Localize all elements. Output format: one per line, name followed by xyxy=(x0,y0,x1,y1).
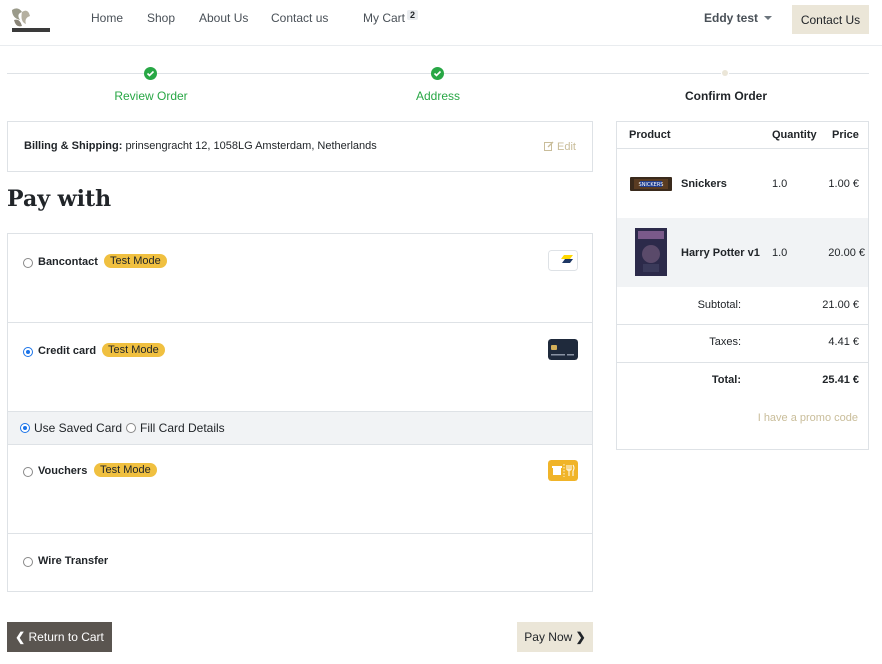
nav-shop-link[interactable]: Shop xyxy=(147,11,175,25)
product-qty: 1.0 xyxy=(772,178,788,190)
total-value: 25.41 € xyxy=(822,374,859,386)
test-mode-badge: Test Mode xyxy=(94,463,157,477)
summary-product-row: SNICKERS Snickers 1.0 1.00 € xyxy=(617,149,868,218)
credit-card-radio[interactable] xyxy=(23,347,33,357)
wire-transfer-label: Wire Transfer xyxy=(38,555,109,567)
step-address[interactable]: Address xyxy=(402,89,474,103)
nav-home-link[interactable]: Home xyxy=(91,11,123,25)
billing-label: Billing & Shipping: xyxy=(24,140,123,152)
billing-address-value: prinsengracht 12, 1058LG Amsterdam, Neth… xyxy=(125,140,377,152)
bancontact-label: Bancontact xyxy=(38,256,98,268)
progress-line xyxy=(729,73,869,74)
test-mode-badge: Test Mode xyxy=(102,343,165,357)
credit-card-icon xyxy=(548,339,578,360)
edit-icon xyxy=(543,141,554,151)
taxes-label: Taxes: xyxy=(709,336,741,348)
wire-transfer-radio[interactable] xyxy=(23,557,33,567)
voucher-icon xyxy=(548,460,578,481)
progress-line xyxy=(7,73,144,74)
payment-option-wire-transfer[interactable]: Wire Transfer xyxy=(8,534,592,591)
payment-option-vouchers[interactable]: Vouchers Test Mode xyxy=(8,445,592,534)
billing-address: Billing & Shipping: prinsengracht 12, 10… xyxy=(24,140,377,152)
pay-with-heading: Pay with xyxy=(7,186,112,212)
product-price: 1.00 € xyxy=(828,178,859,190)
user-menu-dropdown[interactable]: Eddy test xyxy=(704,11,773,25)
chevron-right-icon: ❯ xyxy=(575,630,586,644)
payment-option-bancontact[interactable]: Bancontact Test Mode xyxy=(8,234,592,323)
divider xyxy=(617,324,868,325)
progress-line xyxy=(156,73,431,74)
promo-code-link[interactable]: I have a promo code xyxy=(758,412,858,424)
billing-shipping-box: Billing & Shipping: prinsengracht 12, 10… xyxy=(7,121,593,172)
edit-label: Edit xyxy=(557,141,576,153)
payment-methods-box: Bancontact Test Mode Credit card Test Mo… xyxy=(7,233,593,592)
product-price: 20.00 € xyxy=(828,247,865,259)
contact-us-button[interactable]: Contact Us xyxy=(792,5,869,34)
chevron-down-icon xyxy=(764,16,773,20)
nav-contact-link[interactable]: Contact us xyxy=(271,11,328,25)
step-done-check-icon xyxy=(144,67,157,80)
subtotal-value: 21.00 € xyxy=(822,299,859,311)
nav-cart-link[interactable]: My Cart 2 xyxy=(363,10,419,25)
navbar: Home Shop About Us Contact us My Cart 2 E… xyxy=(0,0,882,46)
step-pending-dot xyxy=(722,70,728,76)
pay-now-label: Pay Now xyxy=(524,630,573,644)
subtotal-label: Subtotal: xyxy=(697,299,741,311)
edit-address-link[interactable]: Edit xyxy=(543,140,576,153)
svg-text:SNICKERS: SNICKERS xyxy=(639,182,664,188)
product-qty: 1.0 xyxy=(772,247,788,259)
summary-product-row: Harry Potter v1 1.0 20.00 € xyxy=(617,218,868,287)
pay-now-button[interactable]: Pay Now ❯ xyxy=(517,622,593,652)
total-label: Total: xyxy=(711,374,741,386)
bancontact-icon xyxy=(548,250,578,271)
col-product: Product xyxy=(629,129,671,141)
fill-card-details-radio[interactable] xyxy=(126,423,136,433)
return-to-cart-label: Return to Cart xyxy=(28,630,104,644)
step-confirm-order: Confirm Order xyxy=(684,89,767,103)
step-review-order[interactable]: Review Order xyxy=(110,89,192,103)
product-name: Snickers xyxy=(681,178,727,190)
credit-card-label: Credit card xyxy=(38,345,97,357)
vouchers-radio[interactable] xyxy=(23,467,33,477)
col-quantity: Quantity xyxy=(772,129,817,141)
divider xyxy=(617,362,868,363)
site-logo[interactable] xyxy=(8,6,54,36)
use-saved-card-label[interactable]: Use Saved Card xyxy=(34,421,122,435)
test-mode-badge: Test Mode xyxy=(104,254,167,268)
taxes-value: 4.41 € xyxy=(828,336,859,348)
book-cover-thumbnail xyxy=(635,228,667,276)
vouchers-label: Vouchers xyxy=(38,465,88,477)
col-price: Price xyxy=(832,129,859,141)
bancontact-radio[interactable] xyxy=(23,258,33,268)
nav-cart-label: My Cart xyxy=(363,11,405,25)
progress-line xyxy=(444,73,721,74)
chevron-left-icon: ❮ xyxy=(15,630,26,644)
nav-about-link[interactable]: About Us xyxy=(199,11,248,25)
step-done-check-icon xyxy=(431,67,444,80)
order-summary: Product Quantity Price SNICKERS Snickers… xyxy=(616,121,869,450)
return-to-cart-button[interactable]: ❮ Return to Cart xyxy=(7,622,112,652)
cart-count-badge: 2 xyxy=(407,10,419,20)
user-name: Eddy test xyxy=(704,11,759,25)
product-name: Harry Potter v1 xyxy=(681,247,760,259)
snickers-thumbnail: SNICKERS xyxy=(630,177,672,191)
fill-card-details-label[interactable]: Fill Card Details xyxy=(140,421,225,435)
payment-option-credit-card[interactable]: Credit card Test Mode xyxy=(8,323,592,412)
card-options-row: Use Saved Card Fill Card Details xyxy=(8,412,592,445)
use-saved-card-radio[interactable] xyxy=(20,423,30,433)
